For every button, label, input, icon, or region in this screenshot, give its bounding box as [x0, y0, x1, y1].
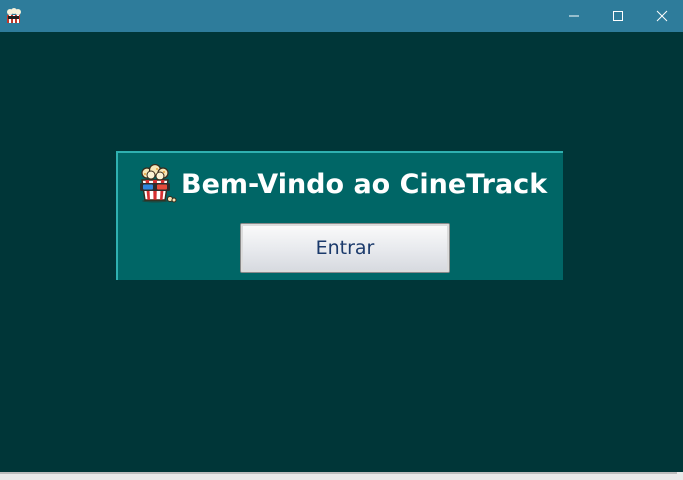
close-button[interactable] — [639, 0, 683, 32]
minimize-button[interactable] — [551, 0, 597, 32]
welcome-panel: Bem-Vindo ao CineTrack Entrar — [116, 151, 563, 280]
window-bottom-edge — [0, 472, 683, 480]
popcorn-app-icon — [7, 8, 21, 23]
maximize-button[interactable] — [595, 0, 641, 32]
close-icon — [656, 10, 668, 22]
maximize-icon — [613, 11, 623, 21]
welcome-title: Bem-Vindo ao CineTrack — [181, 168, 548, 200]
enter-button[interactable]: Entrar — [240, 223, 450, 273]
welcome-heading: Bem-Vindo ao CineTrack — [135, 162, 547, 206]
popcorn-3d-glasses-icon — [140, 164, 177, 203]
title-bar[interactable] — [0, 0, 683, 32]
minimize-icon — [569, 15, 579, 17]
app-window: Bem-Vindo ao CineTrack Entrar — [0, 0, 683, 472]
